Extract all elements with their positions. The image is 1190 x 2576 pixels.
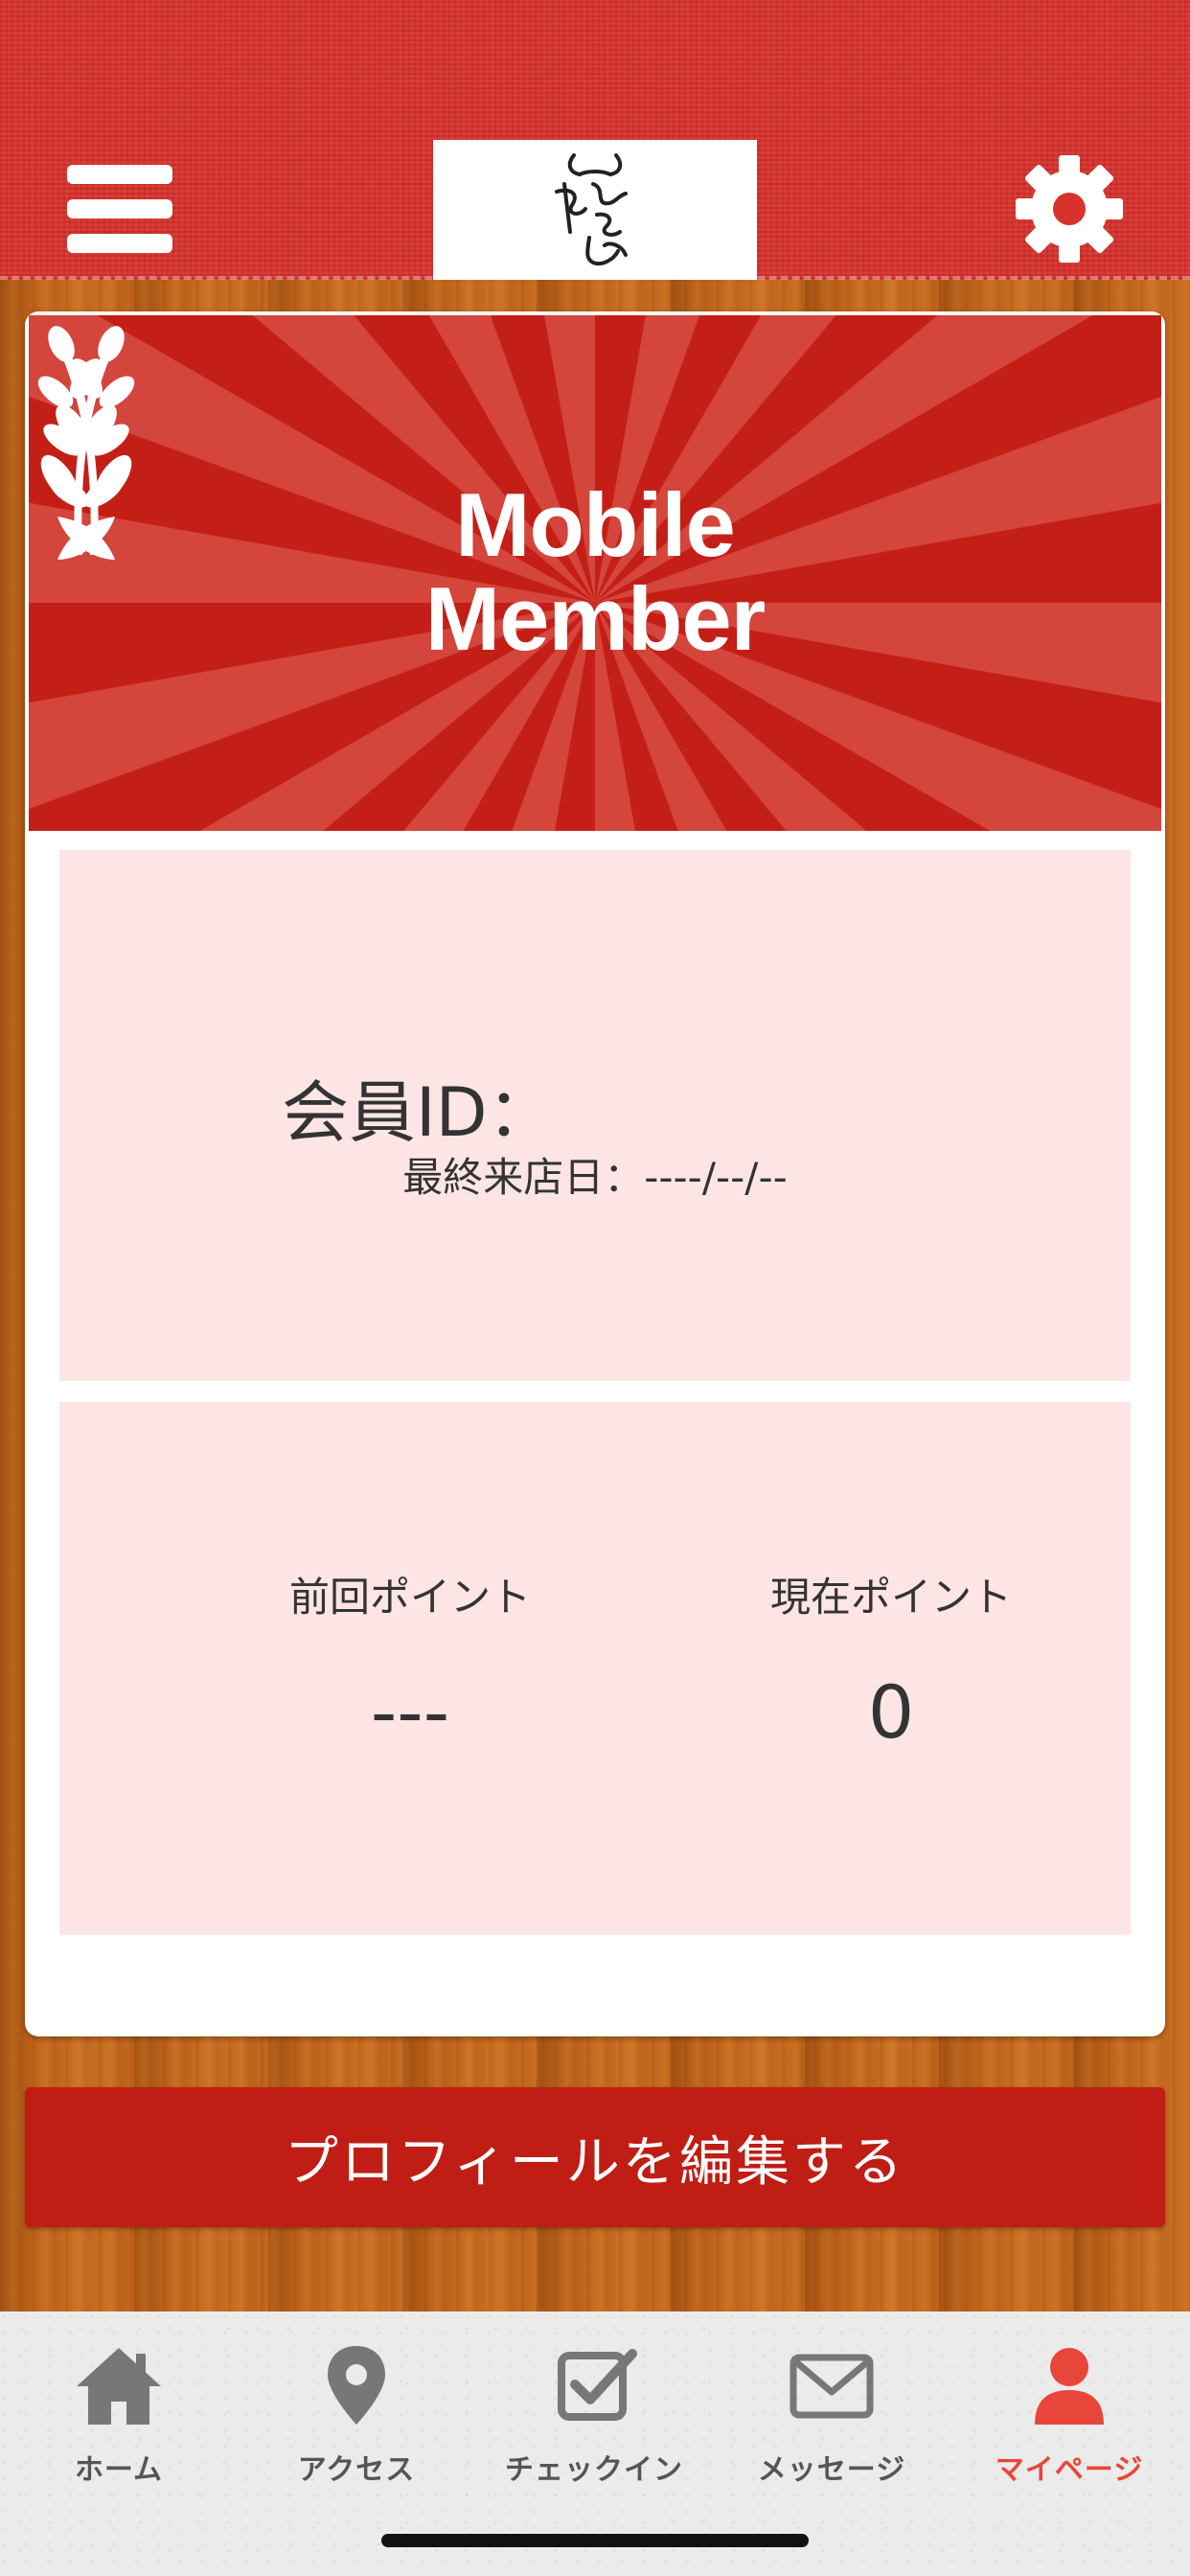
checkbox-icon xyxy=(558,2349,637,2421)
laurel-right-icon xyxy=(37,326,132,560)
banner-title-line2: Member xyxy=(424,568,766,669)
member-id-label: 会員ID： xyxy=(282,1073,555,1152)
logo-calligraphy-icon xyxy=(555,152,628,265)
home-indicator[interactable] xyxy=(381,2534,809,2547)
shop-logo[interactable] xyxy=(433,140,757,280)
map-pin-icon xyxy=(328,2346,385,2425)
previous-points-value: --- xyxy=(370,1669,450,1755)
tab-message-label: メッセージ xyxy=(757,2453,906,2487)
tab-message[interactable]: メッセージ xyxy=(713,2331,950,2503)
previous-points: 前回ポイント --- xyxy=(209,1565,611,1755)
tab-home[interactable]: ホーム xyxy=(0,2331,238,2503)
hamburger-menu-icon[interactable] xyxy=(67,165,172,253)
tab-checkin-label: チェックイン xyxy=(505,2453,683,2487)
current-points-label: 現在ポイント xyxy=(769,1574,1012,1621)
person-icon xyxy=(1035,2348,1104,2425)
tab-home-label: ホーム xyxy=(74,2453,164,2487)
current-points: 現在ポイント 0 xyxy=(690,1565,1092,1755)
tab-access-label: アクセス xyxy=(297,2453,416,2487)
gear-icon[interactable] xyxy=(1014,153,1125,264)
current-points-value: 0 xyxy=(867,1669,915,1755)
tab-mypage[interactable]: マイページ xyxy=(950,2331,1188,2503)
house-icon xyxy=(77,2348,161,2425)
banner-title-line1: Mobile xyxy=(455,474,736,575)
last-visit-date: 最終来店日：----/--/-- xyxy=(402,1154,788,1201)
points-panel: 前回ポイント --- 現在ポイント 0 xyxy=(59,1402,1131,1935)
banner-title: Mobile Member xyxy=(29,478,1161,666)
member-card: Mobile Member 会員ID： 最終来店日：----/--/-- 前回ポ… xyxy=(25,311,1165,2036)
mobile-member-banner: Mobile Member xyxy=(29,315,1161,831)
previous-points-label: 前回ポイント xyxy=(288,1574,531,1621)
tab-access[interactable]: アクセス xyxy=(238,2331,475,2503)
envelope-icon xyxy=(790,2354,874,2419)
app-header xyxy=(0,0,1190,280)
tab-checkin[interactable]: チェックイン xyxy=(475,2331,713,2503)
member-id-panel: 会員ID： 最終来店日：----/--/-- xyxy=(59,850,1131,1381)
tab-mypage-label: マイページ xyxy=(995,2453,1144,2487)
edit-profile-button[interactable]: プロフィールを編集する xyxy=(25,2087,1165,2227)
